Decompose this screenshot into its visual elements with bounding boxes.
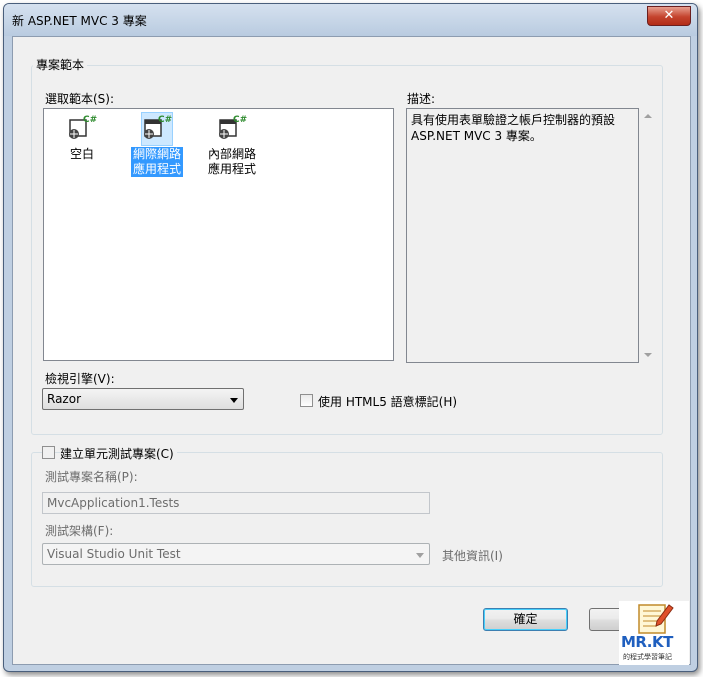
dialog-window: 新 ASP.NET MVC 3 專案 ✕ 專案範本 選取範本(S): C# 空白 <box>3 3 698 672</box>
html5-checkbox-label[interactable]: 使用 HTML5 語意標記(H) <box>318 393 457 410</box>
view-engine-select[interactable]: Razor <box>42 388 244 410</box>
project-template-group-title: 專案範本 <box>33 56 88 73</box>
template-list[interactable]: C# 空白 C# 網際網路 應用程式 C# 內部網路 應用程式 <box>43 108 394 361</box>
window-title: 新 ASP.NET MVC 3 專案 <box>12 14 147 28</box>
svg-text:C#: C# <box>158 115 172 125</box>
create-unit-test-checkbox[interactable] <box>42 446 55 459</box>
template-item-label: 內部網路 應用程式 <box>207 147 256 176</box>
test-framework-value: Visual Studio Unit Test <box>47 547 181 561</box>
description-text: 具有使用表單驗證之帳戶控制器的預設 ASP.NET MVC 3 專案。 <box>406 108 639 363</box>
test-project-name-input[interactable]: MvcApplication1.Tests <box>42 492 430 514</box>
ok-button[interactable]: 確定 <box>483 608 568 631</box>
intranet-app-icon: C# <box>219 115 247 139</box>
html5-checkbox[interactable] <box>300 394 313 407</box>
watermark: MR.KT 的程式學習筆記 <box>619 601 689 665</box>
close-icon: ✕ <box>663 8 675 23</box>
description-scrollbar[interactable] <box>640 108 657 363</box>
test-project-name-label: 測試專案名稱(P): <box>45 470 138 484</box>
watermark-subtitle: 的程式學習筆記 <box>623 653 672 661</box>
title-bar[interactable]: 新 ASP.NET MVC 3 專案 ✕ <box>4 4 697 36</box>
scroll-down-icon[interactable] <box>644 353 652 357</box>
select-template-label: 選取範本(S): <box>45 92 115 106</box>
more-info-link[interactable]: 其他資訊(I) <box>442 547 503 564</box>
notepad-logo-icon <box>638 604 674 634</box>
test-framework-select[interactable]: Visual Studio Unit Test <box>42 543 430 565</box>
svg-text:C#: C# <box>233 115 247 125</box>
chevron-down-icon <box>416 553 424 558</box>
dialog-client-area: 專案範本 選取範本(S): C# 空白 C# 網際網路 應用程式 C# 內部網路… <box>12 36 691 665</box>
template-item-empty[interactable]: C# 空白 <box>49 113 115 162</box>
view-engine-label: 檢視引擎(V): <box>45 372 115 386</box>
internet-app-icon: C# <box>141 112 173 146</box>
template-item-internet[interactable]: C# 網際網路 應用程式 <box>124 112 190 177</box>
scroll-up-icon[interactable] <box>644 114 652 118</box>
chevron-down-icon <box>230 398 238 403</box>
svg-text:C#: C# <box>83 115 97 125</box>
create-unit-test-label[interactable]: 建立單元測試專案(C) <box>60 445 177 462</box>
test-framework-label: 測試架構(F): <box>45 524 114 538</box>
template-item-intranet[interactable]: C# 內部網路 應用程式 <box>199 113 265 177</box>
view-engine-value: Razor <box>47 392 82 406</box>
template-item-label: 網際網路 應用程式 <box>130 147 183 177</box>
close-button[interactable]: ✕ <box>647 6 691 26</box>
watermark-logo: MR.KT <box>621 633 673 651</box>
template-item-label: 空白 <box>69 147 94 161</box>
description-label: 描述: <box>407 92 436 106</box>
empty-project-icon: C# <box>69 115 97 139</box>
